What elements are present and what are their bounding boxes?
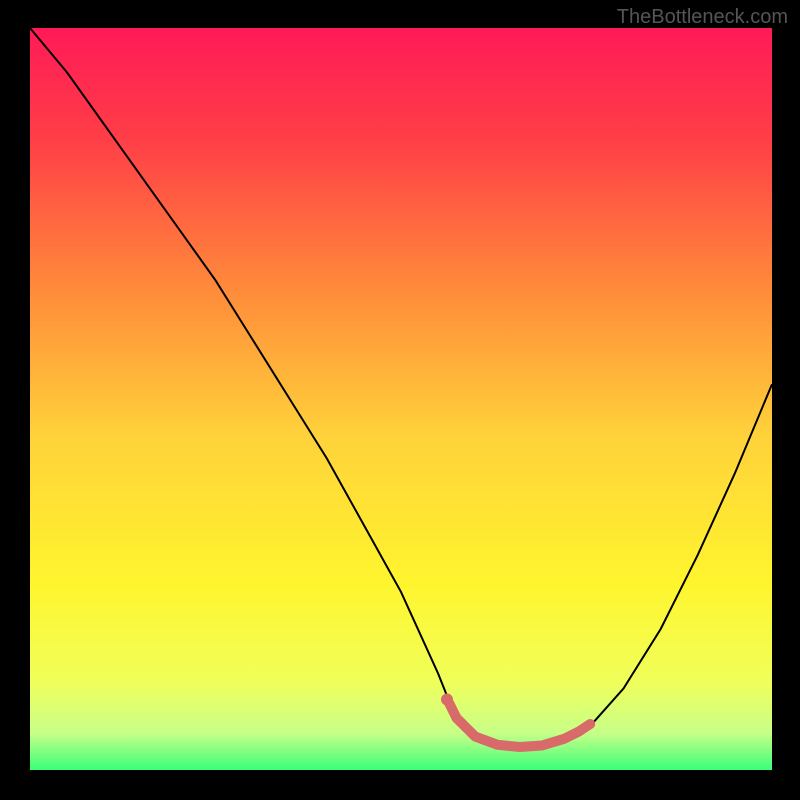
bottleneck-chart bbox=[0, 0, 800, 800]
optimal-zone-dot bbox=[441, 694, 453, 706]
chart-container: TheBottleneck.com bbox=[0, 0, 800, 800]
chart-gradient-bg bbox=[30, 28, 772, 770]
watermark-text: TheBottleneck.com bbox=[617, 6, 788, 29]
